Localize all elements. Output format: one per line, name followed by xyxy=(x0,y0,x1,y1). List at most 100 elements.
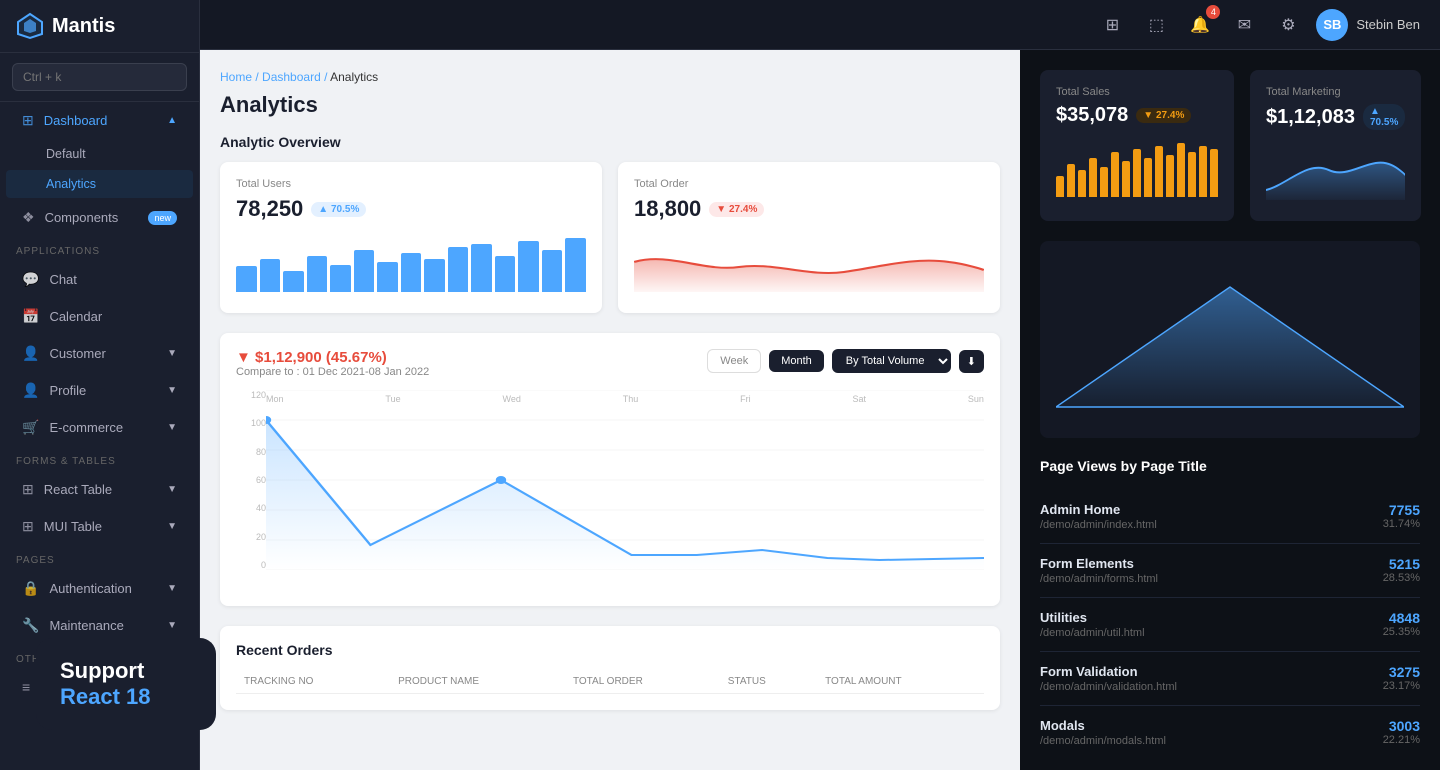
panel-right: Total Sales $35,078 ▼ 27.4% xyxy=(1020,50,1440,770)
sidebar-item-chat[interactable]: 💬 Chat xyxy=(6,262,193,297)
customer-icon: 👤 xyxy=(22,345,39,362)
pageview-stats-1: 5215 28.53% xyxy=(1383,556,1420,584)
sidebar-item-mui-table[interactable]: ⊞ MUI Table ▼ xyxy=(6,509,193,544)
pageview-name-1: Form Elements xyxy=(1040,556,1158,571)
pageview-count-3: 3275 xyxy=(1383,664,1420,680)
stat-card-order: Total Order 18,800 ▼ 27.4% xyxy=(618,162,1000,313)
pageview-count-1: 5215 xyxy=(1383,556,1420,572)
stat-value-marketing: $1,12,083 ▲ 70.5% xyxy=(1266,104,1405,130)
avatar: SB xyxy=(1316,9,1348,41)
apps-icon[interactable]: ⊞ xyxy=(1096,9,1128,41)
pageview-pct-0: 31.74% xyxy=(1383,518,1420,530)
sidebar-item-components[interactable]: ❖ Components new xyxy=(6,200,193,235)
col-status: Status xyxy=(720,670,817,694)
search-input[interactable] xyxy=(12,63,187,91)
sidebar-item-ecommerce[interactable]: 🛒 E-commerce ▼ xyxy=(6,410,193,445)
section-pages: Pages xyxy=(0,545,199,570)
dark-income-chart xyxy=(1040,241,1420,438)
chevron-down-icon: ▼ xyxy=(167,521,177,532)
download-button[interactable]: ⬇ xyxy=(959,350,984,373)
sidebar-item-authentication[interactable]: 🔒 Authentication ▼ xyxy=(6,571,193,606)
mail-icon[interactable]: ✉ xyxy=(1228,9,1260,41)
stat-badge-marketing: ▲ 70.5% xyxy=(1363,104,1405,130)
dashboard-icon: ⊞ xyxy=(22,112,34,129)
stat-badge-sales: ▼ 27.4% xyxy=(1136,108,1191,123)
notification-badge: 4 xyxy=(1206,5,1220,19)
topbar-icon-group: ⊞ ⬚ 🔔 4 ✉ ⚙ SB Stebin Ben xyxy=(1096,9,1420,41)
breadcrumb-dashboard[interactable]: Dashboard xyxy=(262,70,321,84)
pageview-item-4: Modals /demo/admin/modals.html 3003 22.2… xyxy=(1040,706,1420,759)
sidebar-item-label: Customer xyxy=(49,346,105,361)
pageview-count-2: 4848 xyxy=(1383,610,1420,626)
income-value: ▼ $1,12,900 (45.67%) xyxy=(236,349,429,366)
pageview-url-4: /demo/admin/modals.html xyxy=(1040,735,1166,747)
sidebar-sub-analytics[interactable]: Analytics xyxy=(6,170,193,198)
support-overlay[interactable]: Support React 18 xyxy=(36,638,216,730)
stat-card-users: Total Users 78,250 ▲ 70.5% xyxy=(220,162,602,313)
sidebar-item-customer[interactable]: 👤 Customer ▼ xyxy=(6,336,193,371)
sidebar-item-react-table[interactable]: ⊞ React Table ▼ xyxy=(6,472,193,507)
pageview-name-4: Modals xyxy=(1040,718,1166,733)
stat-label-marketing: Total Marketing xyxy=(1266,86,1405,98)
mui-table-icon: ⊞ xyxy=(22,518,34,535)
income-left: ▼ $1,12,900 (45.67%) Compare to : 01 Dec… xyxy=(236,349,429,378)
pageview-item-1: Form Elements /demo/admin/forms.html 521… xyxy=(1040,544,1420,598)
sidebar-item-dashboard[interactable]: ⊞ Dashboard ▲ xyxy=(6,103,193,138)
pageview-stats-2: 4848 25.35% xyxy=(1383,610,1420,638)
pageview-pct-4: 22.21% xyxy=(1383,734,1420,746)
sidebar-item-label: Calendar xyxy=(49,309,102,324)
sidebar-item-profile[interactable]: 👤 Profile ▼ xyxy=(6,373,193,408)
income-chart-svg xyxy=(266,390,984,570)
calendar-icon: 📅 xyxy=(22,308,39,325)
pageview-count-0: 7755 xyxy=(1383,502,1420,518)
components-icon: ❖ xyxy=(22,209,35,226)
pageview-url-3: /demo/admin/validation.html xyxy=(1040,681,1177,693)
app-name: Mantis xyxy=(52,15,115,38)
breadcrumb-home[interactable]: Home xyxy=(220,70,252,84)
settings-icon[interactable]: ⚙ xyxy=(1272,9,1304,41)
sidebar-item-label: Chat xyxy=(49,272,76,287)
authentication-icon: 🔒 xyxy=(22,580,39,597)
breadcrumb: Home / Dashboard / Analytics xyxy=(220,70,1000,84)
stat-label-order: Total Order xyxy=(634,178,984,190)
pageview-stats-3: 3275 23.17% xyxy=(1383,664,1420,692)
fullscreen-icon[interactable]: ⬚ xyxy=(1140,9,1172,41)
sidebar-logo[interactable]: Mantis xyxy=(0,0,199,53)
pageview-url-1: /demo/admin/forms.html xyxy=(1040,573,1158,585)
volume-select[interactable]: By Total Volume xyxy=(832,349,951,373)
week-button[interactable]: Week xyxy=(707,349,761,373)
components-badge: new xyxy=(148,211,177,225)
dark-triangle-chart xyxy=(1056,257,1404,417)
pageview-count-4: 3003 xyxy=(1383,718,1420,734)
user-avatar-area[interactable]: SB Stebin Ben xyxy=(1316,9,1420,41)
mantis-logo-icon xyxy=(16,12,44,40)
col-tracking: Tracking No xyxy=(236,670,390,694)
sidebar-item-label: MUI Table xyxy=(44,519,102,534)
pageview-name-3: Form Validation xyxy=(1040,664,1177,679)
sidebar-item-label: Maintenance xyxy=(49,618,123,633)
sidebar-item-label: Dashboard xyxy=(44,113,108,128)
page-views-title: Page Views by Page Title xyxy=(1040,458,1420,474)
col-total-amount: Total Amount xyxy=(817,670,984,694)
topbar: ⊞ ⬚ 🔔 4 ✉ ⚙ SB Stebin Ben xyxy=(200,0,1440,50)
pageview-name-2: Utilities xyxy=(1040,610,1145,625)
chart-controls: Week Month By Total Volume ⬇ xyxy=(707,349,984,373)
pageview-pct-2: 25.35% xyxy=(1383,626,1420,638)
sidebar-sub-default[interactable]: Default xyxy=(6,140,193,168)
page-views-section: Page Views by Page Title Admin Home /dem… xyxy=(1040,458,1420,759)
stat-label-users: Total Users xyxy=(236,178,586,190)
stat-badge-users: ▲ 70.5% xyxy=(311,202,366,217)
section-forms: Forms & Tables xyxy=(0,446,199,471)
sidebar-item-label: E-commerce xyxy=(49,420,123,435)
stat-card-sales: Total Sales $35,078 ▼ 27.4% xyxy=(1040,70,1234,221)
pageview-stats-0: 7755 31.74% xyxy=(1383,502,1420,530)
support-text-line2: React 18 xyxy=(60,684,192,710)
stat-card-marketing: Total Marketing $1,12,083 ▲ 70.5% xyxy=(1250,70,1421,221)
month-button[interactable]: Month xyxy=(769,350,824,372)
notification-icon[interactable]: 🔔 4 xyxy=(1184,9,1216,41)
sidebar-item-calendar[interactable]: 📅 Calendar xyxy=(6,299,193,334)
orders-table: Tracking No Product Name Total Order Sta… xyxy=(236,670,984,694)
col-total-order: Total Order xyxy=(565,670,720,694)
stat-cards: Total Users 78,250 ▲ 70.5% xyxy=(220,162,1000,313)
maintenance-icon: 🔧 xyxy=(22,617,39,634)
